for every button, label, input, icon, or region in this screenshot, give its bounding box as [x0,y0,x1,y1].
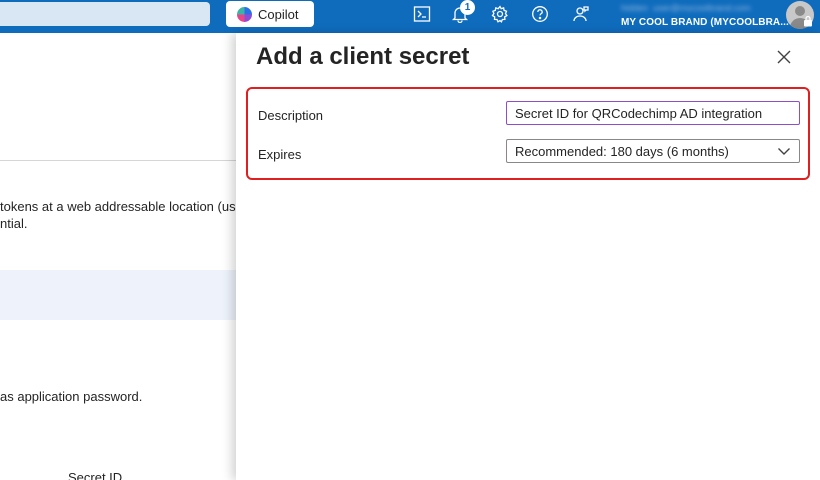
search-input[interactable] [0,2,210,26]
help-icon[interactable] [530,4,550,24]
add-client-secret-panel: Add a client secret Description Expires … [236,33,820,480]
copilot-label: Copilot [258,6,299,22]
top-bar: Copilot 1 hidden_user@mycoolbrand.com MY… [0,0,820,33]
copilot-button[interactable]: Copilot [226,1,314,27]
expires-dropdown[interactable]: Recommended: 180 days (6 months) [506,139,800,163]
tenant-name[interactable]: MY COOL BRAND (MYCOOLBRA... [621,17,789,28]
cloud-shell-icon[interactable] [412,4,432,24]
panel-title: Add a client secret [256,43,470,70]
copilot-icon [237,6,252,22]
background-text-line: as application password. [0,389,143,404]
lock-icon [804,15,812,27]
expires-selected-value: Recommended: 180 days (6 months) [515,143,729,159]
section-divider [0,160,236,161]
column-header-secret-id: Secret ID [68,470,123,480]
notification-count-badge: 1 [460,0,475,15]
expires-label: Expires [258,147,302,162]
feedback-icon[interactable] [570,4,590,24]
info-band [0,270,236,320]
user-email[interactable]: hidden_user@mycoolbrand.com [621,3,781,12]
background-text-line: tokens at a web addressable location (us… [0,199,239,214]
description-field[interactable] [506,101,800,125]
highlighted-form-region: Description Expires Recommended: 180 day… [246,87,810,180]
chevron-down-icon [778,148,790,155]
background-text-line: ntial. [0,216,28,231]
close-icon [777,50,791,64]
gear-icon[interactable] [490,4,510,24]
close-button[interactable] [774,47,794,67]
description-label: Description [258,108,324,123]
